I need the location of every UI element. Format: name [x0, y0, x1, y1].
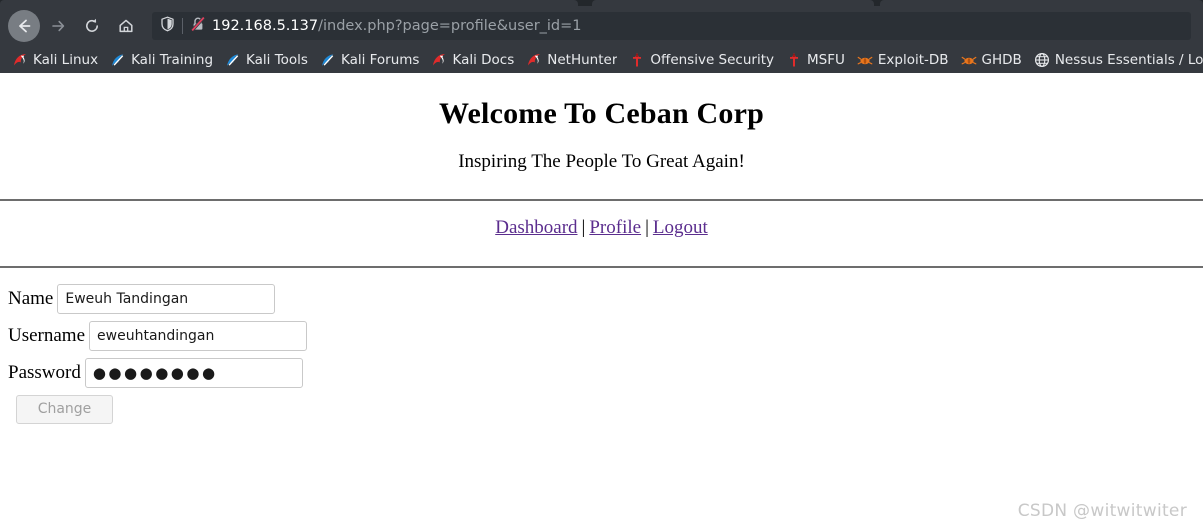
bookmark-msfu[interactable]: MSFU [780, 49, 851, 71]
password-label: Password [8, 362, 81, 383]
nav-link-logout[interactable]: Logout [653, 217, 708, 238]
bookmark-nethunter[interactable]: NetHunter [520, 49, 623, 71]
dagger-red-icon [629, 52, 645, 68]
bookmark-kali-forums[interactable]: Kali Forums [314, 49, 426, 71]
navigation-toolbar: 192.168.5.137/index.php?page=profile&use… [0, 6, 1203, 46]
kali-sword-blue-icon [110, 52, 126, 68]
bookmark-label: Kali Docs [452, 51, 515, 68]
name-input[interactable] [57, 284, 276, 314]
bookmark-label: Kali Forums [340, 51, 420, 68]
name-label: Name [8, 288, 54, 309]
bookmark-label: Offensive Security [650, 51, 774, 68]
kali-sword-blue-icon [320, 52, 336, 68]
page-tagline: Inspiring The People To Great Again! [458, 151, 745, 172]
forward-button[interactable] [42, 10, 74, 42]
browser-tab[interactable] [0, 0, 578, 6]
bookmark-exploit-db[interactable]: Exploit-DB [851, 49, 955, 71]
bookmark-label: GHDB [981, 51, 1022, 68]
change-button[interactable]: Change [16, 395, 113, 424]
nav-separator: | [581, 217, 586, 238]
watermark: CSDN @witwitwiter [1017, 501, 1187, 521]
arrow-left-icon [15, 17, 33, 35]
back-button[interactable] [8, 10, 40, 42]
shield-icon[interactable] [160, 16, 175, 36]
nav-links: Dashboard | Profile | Logout [0, 201, 1203, 239]
username-input[interactable] [89, 321, 308, 351]
dagger-red-icon [786, 52, 802, 68]
url-path: /index.php?page=profile&user_id=1 [318, 18, 582, 34]
bookmark-label: Kali Tools [246, 51, 308, 68]
profile-form: Name Username Password Change [0, 268, 1203, 424]
kali-sword-blue-icon [225, 52, 241, 68]
nav-link-profile[interactable]: Profile [589, 217, 641, 238]
tab-strip[interactable] [0, 0, 1203, 6]
bookmark-label: Exploit-DB [877, 51, 949, 68]
page-content: Welcome To Ceban Corp Inspiring The Peop… [0, 73, 1203, 523]
form-row-username: Username [8, 321, 1203, 351]
reload-icon [83, 17, 101, 35]
bookmark-kali-linux[interactable]: Kali Linux [6, 49, 104, 71]
form-row-name: Name [8, 284, 1203, 314]
bookmark-offensive-security[interactable]: Offensive Security [623, 49, 780, 71]
arrow-right-icon [49, 17, 67, 35]
nav-link-dashboard[interactable]: Dashboard [495, 217, 577, 238]
bookmark-label: Nessus Essentials / Log… [1054, 51, 1203, 68]
browser-tab[interactable] [592, 0, 874, 6]
padlock-crossed-insecure-icon[interactable] [190, 16, 206, 36]
bookmark-label: Kali Linux [33, 51, 99, 68]
home-button[interactable] [110, 10, 142, 42]
bookmark-kali-training[interactable]: Kali Training [104, 49, 219, 71]
bug-orange-icon [961, 52, 977, 68]
bookmarks-bar: Kali Linux Kali Training Kali Tools Kali… [0, 46, 1203, 73]
bookmark-kali-tools[interactable]: Kali Tools [219, 49, 314, 71]
password-input[interactable] [84, 358, 303, 388]
bookmark-nessus-essentials[interactable]: Nessus Essentials / Log… [1028, 49, 1203, 71]
reload-button[interactable] [76, 10, 108, 42]
bookmark-label: Kali Training [131, 51, 214, 68]
url-text[interactable]: 192.168.5.137/index.php?page=profile&use… [212, 12, 582, 40]
globe-icon [1034, 52, 1050, 68]
kali-dragon-red-icon [526, 52, 542, 68]
page-title: Welcome To Ceban Corp [438, 97, 765, 130]
address-bar[interactable]: 192.168.5.137/index.php?page=profile&use… [152, 12, 1191, 40]
browser-tab[interactable] [880, 0, 1203, 6]
bookmark-kali-docs[interactable]: Kali Docs [425, 49, 520, 71]
bug-orange-icon [857, 52, 873, 68]
home-icon [117, 17, 135, 35]
username-label: Username [8, 325, 86, 346]
form-row-password: Password [8, 358, 1203, 388]
url-host: 192.168.5.137 [212, 18, 319, 34]
kali-dragon-red-icon [431, 52, 447, 68]
urlbar-divider [182, 18, 183, 34]
kali-dragon-red-icon [12, 52, 28, 68]
bookmark-label: MSFU [807, 51, 845, 68]
bookmark-label: NetHunter [547, 51, 618, 68]
bookmark-ghdb[interactable]: GHDB [955, 49, 1028, 71]
nav-separator: | [645, 217, 649, 238]
browser-chrome: 192.168.5.137/index.php?page=profile&use… [0, 0, 1203, 73]
